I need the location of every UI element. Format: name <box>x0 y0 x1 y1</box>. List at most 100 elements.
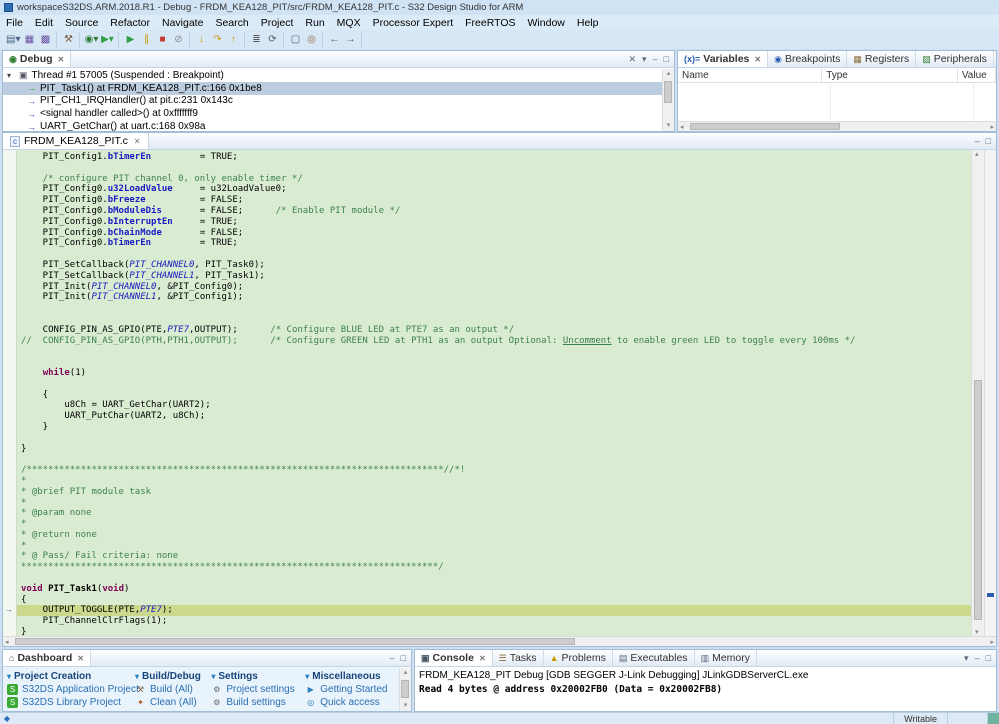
tab-debug[interactable]: ◉ Debug ✕ <box>3 51 72 67</box>
menu-mqx[interactable]: MQX <box>331 17 367 29</box>
tab-breakpoints[interactable]: ◉ Breakpoints <box>768 51 848 67</box>
minimize-icon[interactable]: – <box>653 54 658 65</box>
overview-ruler[interactable] <box>984 150 996 636</box>
close-icon[interactable]: ✕ <box>754 55 761 64</box>
suspend-icon[interactable]: ∥ <box>138 34 154 45</box>
code-line[interactable]: PIT_ChannelClrFlags(1); <box>21 616 971 627</box>
code-line[interactable]: * <box>21 519 971 530</box>
resize-grip[interactable] <box>987 713 999 724</box>
maximize-icon[interactable]: □ <box>664 54 669 65</box>
code-line[interactable]: * <box>21 476 971 487</box>
step-into-icon[interactable]: ↓ <box>193 34 209 45</box>
code-line[interactable]: PIT_Config0.bFreeze = FALSE; <box>21 195 971 206</box>
code-line[interactable]: * @return none <box>21 530 971 541</box>
clean-all--link[interactable]: ✦ Clean (All) <box>135 696 205 709</box>
scroll-thumb[interactable] <box>15 638 575 645</box>
forward-icon[interactable]: → <box>342 34 358 45</box>
scroll-up-icon[interactable]: ▴ <box>404 668 408 678</box>
column-header-type[interactable]: Type <box>822 68 958 82</box>
scroll-down-icon[interactable]: ▾ <box>404 701 408 711</box>
debug-frame-row[interactable]: → UART_GetChar() at uart.c:168 0x98a <box>3 120 662 131</box>
chevron-down-icon[interactable]: ▾ <box>211 672 215 681</box>
tab-variables[interactable]: (x)= Variables ✕ <box>678 51 769 67</box>
terminate-icon[interactable]: ■ <box>154 34 170 45</box>
close-icon[interactable]: ✕ <box>479 654 486 663</box>
code-line[interactable]: // CONFIG_PIN_AS_GPIO(PTH,PTH1,OUTPUT); … <box>21 336 971 347</box>
code-line[interactable] <box>21 573 971 584</box>
save-all-icon[interactable]: ▩ <box>37 34 53 45</box>
menu-window[interactable]: Window <box>522 17 571 29</box>
menu-project[interactable]: Project <box>255 17 300 29</box>
code-line[interactable]: } <box>21 627 971 636</box>
quick-access-link[interactable]: ◎ Quick access <box>305 696 399 709</box>
maximize-icon[interactable]: □ <box>401 653 406 663</box>
scroll-thumb[interactable] <box>401 680 409 698</box>
minimize-icon[interactable]: – <box>975 653 980 664</box>
tab-frdm-kea128-pit-c[interactable]: c FRDM_KEA128_PIT.c ✕ <box>3 133 149 149</box>
code-line[interactable]: /* configure PIT channel 0, only enable … <box>21 174 971 185</box>
current-line-marker[interactable] <box>987 593 994 597</box>
scroll-thumb[interactable] <box>690 123 840 130</box>
tab-peripherals[interactable]: ▨ Peripherals <box>916 51 994 67</box>
project-settings-link[interactable]: ⚙ Project settings <box>211 683 299 696</box>
code-line[interactable] <box>21 314 971 325</box>
code-line[interactable]: PIT_SetCallback(PIT_CHANNEL1, PIT_Task1)… <box>21 271 971 282</box>
debug-frame-row[interactable]: → PIT_CH1_IRQHandler() at pit.c:231 0x143… <box>3 95 662 108</box>
debug-frame-row[interactable]: → PIT_Task1() at FRDM_KEA128_PIT.c:166 0x… <box>3 81 662 95</box>
tab-executables[interactable]: ▤ Executables <box>613 650 695 666</box>
code-line[interactable]: } <box>21 444 971 455</box>
scroll-thumb[interactable] <box>974 380 982 620</box>
getting-started-link[interactable]: ▶ Getting Started <box>305 683 399 696</box>
scroll-up-icon[interactable]: ▴ <box>667 69 671 79</box>
code-line[interactable]: { <box>21 595 971 606</box>
code-line[interactable]: PIT_Config0.bChainMode = FALSE; <box>21 228 971 239</box>
new-c-file-icon[interactable]: ▢ <box>287 34 303 45</box>
minimize-icon[interactable]: – <box>975 136 980 146</box>
view-menu-icon[interactable]: ▾ <box>964 653 969 664</box>
maximize-icon[interactable]: □ <box>986 653 991 664</box>
annotation-ruler[interactable]: → <box>3 150 17 636</box>
tab-registers[interactable]: ▦ Registers <box>847 51 917 67</box>
scroll-down-icon[interactable]: ▾ <box>975 628 979 636</box>
code-line[interactable]: PIT_Config0.bModuleDis = FALSE; /* Enabl… <box>21 206 971 217</box>
tab-modules[interactable]: ▤Modules <box>994 51 996 67</box>
scroll-up-icon[interactable]: ▴ <box>975 150 979 158</box>
code-line[interactable] <box>21 379 971 390</box>
restart-icon[interactable]: ⟳ <box>264 34 280 45</box>
close-icon[interactable]: ✕ <box>58 55 65 64</box>
code-line[interactable]: * <box>21 541 971 552</box>
chevron-down-icon[interactable]: ▾ <box>135 672 139 681</box>
code-line[interactable] <box>21 454 971 465</box>
build-all--link[interactable]: ⚒ Build (All) <box>135 683 205 696</box>
scroll-right-icon[interactable]: ▸ <box>990 638 994 646</box>
menu-source[interactable]: Source <box>59 17 104 29</box>
search-icon[interactable]: ◎ <box>303 34 319 45</box>
run-icon[interactable]: ▶▾ <box>99 34 115 45</box>
tab-tasks[interactable]: ☰ Tasks <box>493 650 544 666</box>
s32ds-application-project-link[interactable]: S S32DS Application Project <box>7 683 139 696</box>
code-line[interactable]: u8Ch = UART_GetChar(UART2); <box>21 400 971 411</box>
code-line[interactable] <box>21 163 971 174</box>
code-line[interactable]: * @brief PIT module task <box>21 487 971 498</box>
close-icon[interactable]: ✕ <box>77 654 84 663</box>
code-line[interactable]: CONFIG_PIN_AS_GPIO(PTE,PTE7,OUTPUT); /* … <box>21 325 971 336</box>
editor-vscrollbar[interactable]: ▴ ▾ <box>971 150 984 636</box>
code-area[interactable]: PIT_Config1.bTimerEn = TRUE; /* configur… <box>17 150 971 636</box>
build-icon[interactable]: ⚒ <box>60 34 76 45</box>
close-icon[interactable]: ✕ <box>134 137 141 146</box>
dashboard-vscrollbar[interactable]: ▴ ▾ <box>399 668 411 711</box>
maximize-icon[interactable]: □ <box>986 136 991 146</box>
minimize-icon[interactable]: – <box>390 653 395 663</box>
column-header-name[interactable]: Name <box>678 68 823 82</box>
view-menu-icon[interactable]: ▾ <box>642 54 647 65</box>
tab-console[interactable]: ▣ Console ✕ <box>415 650 493 666</box>
code-line[interactable]: * @ Pass/ Fail criteria: none <box>21 551 971 562</box>
new-wizard-icon[interactable]: ▤▾ <box>5 34 21 45</box>
instruction-stepping-icon[interactable]: ≣ <box>248 34 264 45</box>
code-line[interactable] <box>21 249 971 260</box>
debug-vscrollbar[interactable]: ▴ ▾ <box>662 69 674 131</box>
scroll-right-icon[interactable]: ▸ <box>990 123 994 131</box>
back-icon[interactable]: ← <box>326 34 342 45</box>
menu-search[interactable]: Search <box>209 17 254 29</box>
tab-memory[interactable]: ▥ Memory <box>695 650 757 666</box>
